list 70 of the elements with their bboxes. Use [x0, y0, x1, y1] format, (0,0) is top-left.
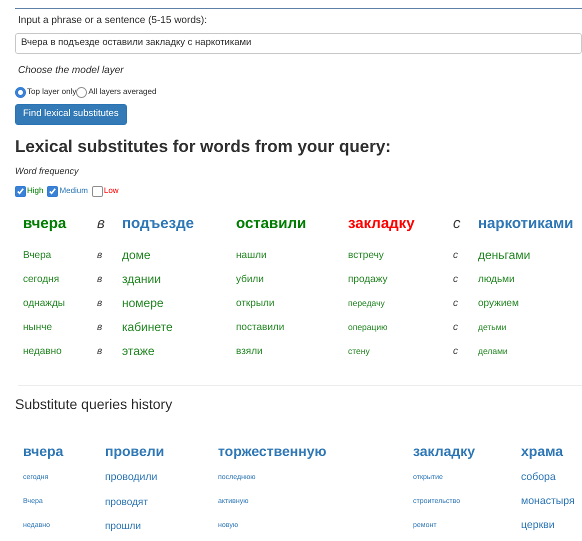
substitute-word: нашли: [236, 248, 267, 262]
frequency-label: Word frequency: [15, 164, 80, 178]
substitute-word: с: [453, 272, 458, 286]
filter-label: Medium: [59, 185, 88, 197]
substitute-word: в: [97, 320, 102, 334]
substitute-word: в: [97, 296, 102, 310]
checkbox[interactable]: [92, 186, 103, 196]
history-substitute: проводили: [105, 470, 158, 486]
substitute-word: операцию: [348, 320, 388, 334]
layer-radio[interactable]: Top layer only: [15, 86, 76, 98]
substitute-word: кабинете: [122, 319, 173, 336]
query-word: подъезде: [122, 214, 195, 234]
substitute-word: оружием: [478, 296, 519, 310]
substitute-word: в: [97, 248, 102, 262]
layer-radio[interactable]: All layers averaged: [76, 86, 156, 98]
history-substitute: собора: [521, 470, 556, 486]
substitute-word: однажды: [23, 296, 65, 310]
history-word: храма: [521, 442, 564, 461]
substitute-word: с: [453, 296, 458, 310]
history-word: закладку: [413, 442, 476, 461]
history-heading: Substitute queries history: [15, 395, 174, 414]
substitute-word: поставили: [236, 320, 284, 334]
layer-label: Choose the model layer: [18, 64, 125, 78]
substitute-word: с: [453, 320, 458, 334]
history-substitute: церкви: [521, 518, 555, 534]
substitute-word: сегодня: [23, 272, 60, 286]
find-button[interactable]: Find lexical substitutes: [15, 104, 127, 125]
substitute-word: с: [453, 344, 458, 358]
substitute-word: номере: [122, 295, 164, 312]
substitute-word: нынче: [23, 320, 52, 334]
substitute-word: в: [97, 344, 102, 358]
query-field[interactable]: Вчера в подъезде оставили закладку с наркотиками: [15, 33, 582, 54]
checkbox[interactable]: [47, 186, 58, 196]
substitute-word: деньгами: [478, 247, 530, 264]
substitute-word: передачу: [348, 296, 385, 310]
substitute-word: этаже: [122, 343, 155, 360]
history-word: торжественную: [218, 442, 328, 461]
results-heading: Lexical substitutes for words from your query:: [15, 136, 392, 158]
substitute-word: делами: [478, 344, 508, 358]
substitute-word: взяли: [236, 344, 263, 358]
substitute-word: открыли: [236, 296, 274, 310]
query-word: закладку: [348, 214, 416, 234]
input-label: Input a phrase or a sentence (5-15 words):: [18, 14, 208, 28]
check-icon: [48, 186, 58, 196]
history-word: вчера: [23, 442, 64, 461]
history-substitute: монастыря: [521, 494, 575, 510]
query-word: с: [453, 214, 462, 234]
history-substitute: проводят: [105, 496, 148, 510]
substitute-word: в: [97, 272, 102, 286]
substitute-word: здании: [122, 271, 161, 288]
check-icon: [16, 186, 25, 196]
substitute-word: с: [453, 248, 458, 262]
query-word: вчера: [23, 214, 68, 234]
substitute-word: доме: [122, 247, 151, 264]
history-word: провели: [105, 442, 166, 461]
filter-label: Low: [104, 185, 119, 197]
checkbox[interactable]: [15, 186, 26, 196]
substitute-word: встречу: [348, 248, 384, 262]
substitute-word: детьми: [478, 320, 506, 334]
substitute-word: стену: [348, 344, 370, 358]
substitute-word: убили: [236, 272, 264, 286]
query-word: в: [97, 214, 106, 234]
substitute-word: Вчера: [23, 248, 52, 262]
query-word: оставили: [236, 214, 308, 234]
query-word: наркотиками: [478, 214, 574, 234]
substitute-word: людьми: [478, 272, 515, 286]
substitute-word: продажу: [348, 272, 388, 286]
filter-label: High: [27, 185, 44, 197]
history-substitute: прошли: [105, 520, 141, 534]
substitute-word: недавно: [23, 344, 62, 358]
